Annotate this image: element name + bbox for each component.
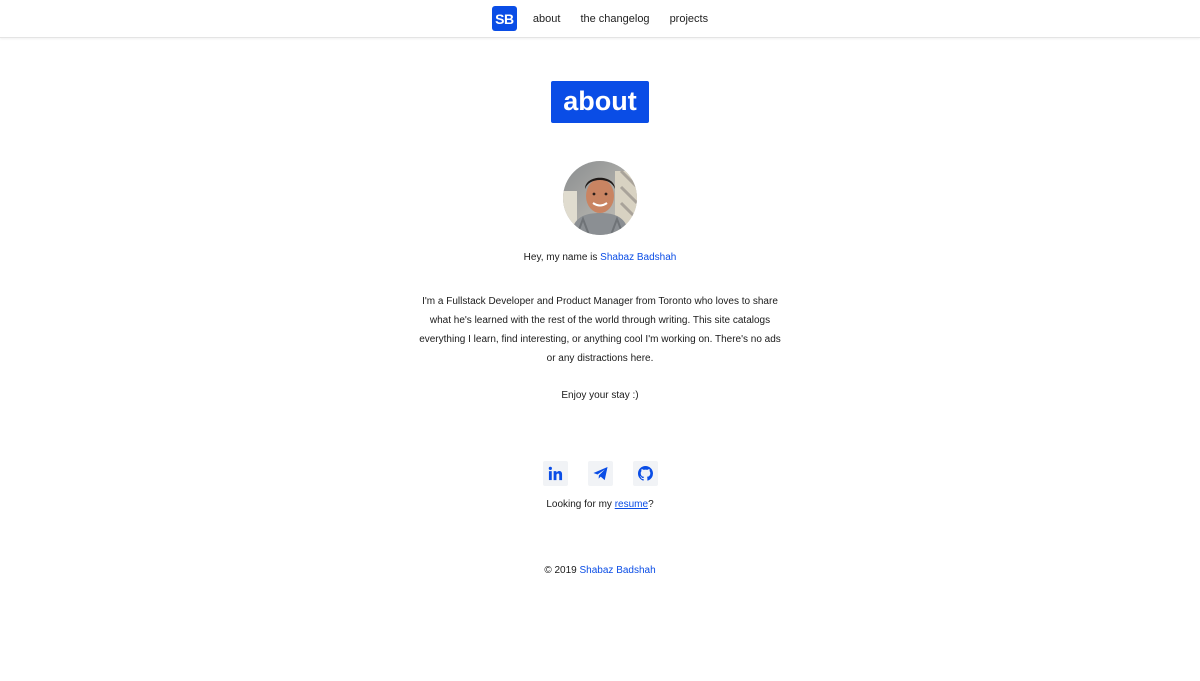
resume-prefix: Looking for my <box>546 499 615 510</box>
resume-suffix: ? <box>648 499 654 510</box>
bio-paragraph: I'm a Fullstack Developer and Product Ma… <box>419 296 781 364</box>
telegram-link[interactable] <box>587 461 613 486</box>
top-navbar: SB about the changelog projects <box>0 0 1200 38</box>
closing-line: Enjoy your stay :) <box>561 390 639 401</box>
intro-prefix: Hey, my name is <box>523 252 601 263</box>
main-nav: SB about the changelog projects <box>491 6 709 31</box>
author-name-link[interactable]: Shabaz Badshah <box>600 252 676 263</box>
nav-link-about[interactable]: about <box>533 13 561 25</box>
avatar <box>563 161 637 235</box>
logo-home-link[interactable]: SB <box>491 6 517 31</box>
nav-link-changelog[interactable]: the changelog <box>580 13 649 25</box>
page-title-wrap: about <box>0 81 1200 123</box>
github-icon <box>637 466 653 481</box>
copyright-text: © 2019 <box>544 565 580 576</box>
telegram-icon <box>592 466 608 481</box>
linkedin-icon <box>548 466 562 481</box>
intro-line: Hey, my name is Shabaz Badshah <box>0 252 1200 263</box>
resume-link[interactable]: resume <box>615 499 648 510</box>
footer-copyright: © 2019 Shabaz Badshah <box>0 565 1200 576</box>
social-links <box>0 461 1200 486</box>
footer-author-link[interactable]: Shabaz Badshah <box>580 565 656 576</box>
resume-line: Looking for my resume? <box>0 499 1200 510</box>
page-title: about <box>551 81 649 123</box>
linkedin-link[interactable] <box>542 461 568 486</box>
nav-link-projects[interactable]: projects <box>670 13 709 25</box>
github-link[interactable] <box>632 461 658 486</box>
